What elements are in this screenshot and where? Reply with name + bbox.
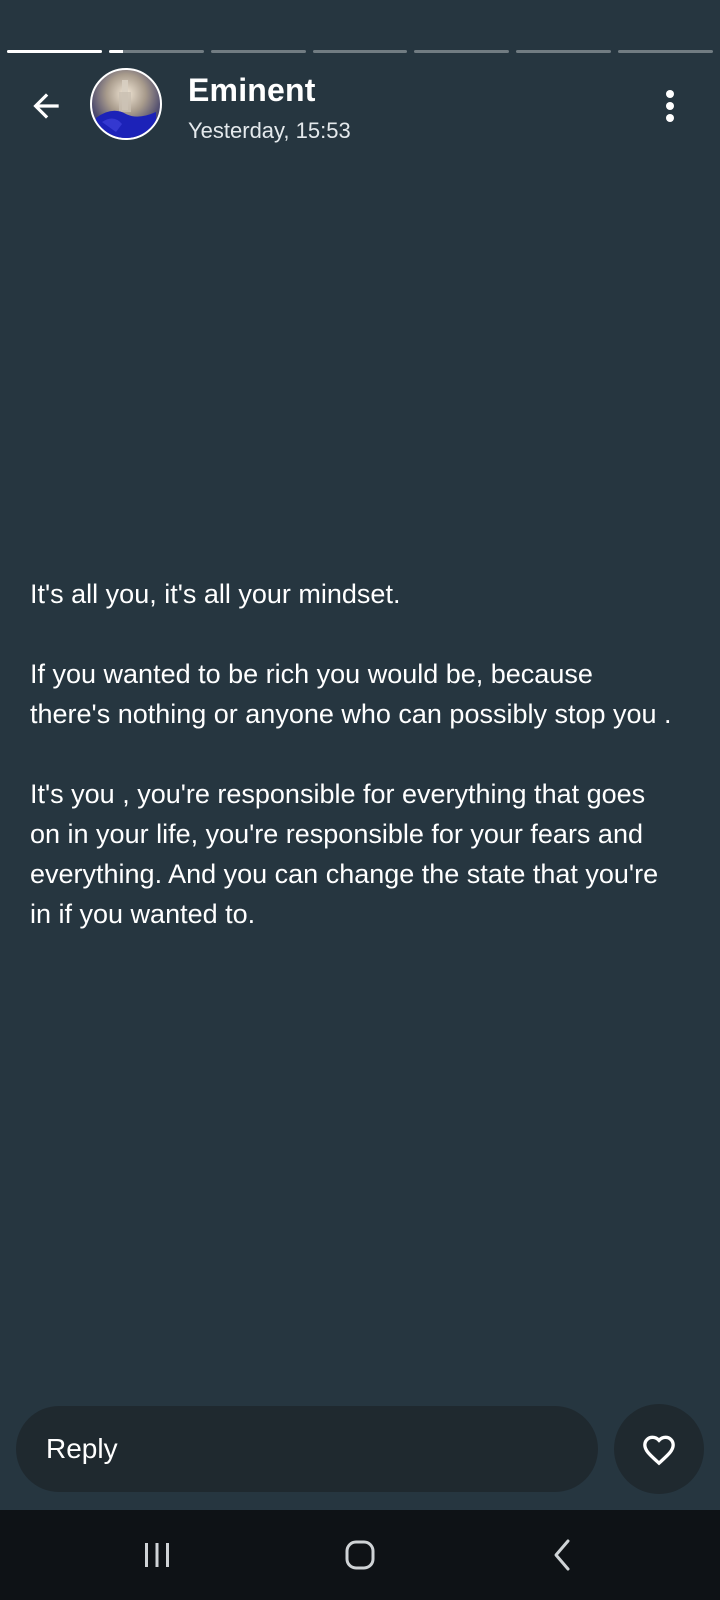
reply-placeholder: Reply xyxy=(46,1433,118,1464)
more-vertical-icon xyxy=(666,90,674,122)
progress-segment xyxy=(108,50,204,53)
nav-back-button[interactable] xyxy=(532,1530,592,1580)
story-paragraph: If you wanted to be rich you would be, b… xyxy=(30,659,672,729)
system-navigation-bar xyxy=(0,1510,720,1600)
heart-outline-icon xyxy=(643,1435,675,1466)
back-button[interactable] xyxy=(24,84,68,128)
progress-segment xyxy=(414,50,510,53)
progress-segment xyxy=(210,50,306,53)
progress-segment xyxy=(516,50,612,53)
avatar[interactable] xyxy=(90,68,162,140)
story-text: It's all you, it's all your mindset. If … xyxy=(30,574,680,974)
recents-button[interactable] xyxy=(127,1530,187,1580)
progress-segment-fill xyxy=(108,50,124,53)
arrow-left-icon xyxy=(33,93,59,119)
progress-segment xyxy=(618,50,714,53)
recents-icon xyxy=(145,1543,169,1567)
like-button[interactable] xyxy=(614,1404,704,1494)
story-viewer: Eminent Yesterday, 15:53 It's all you, i… xyxy=(0,0,720,1600)
progress-segment-fill xyxy=(7,50,102,53)
story-progress-bar xyxy=(7,50,714,54)
story-author-name[interactable]: Eminent xyxy=(188,72,316,109)
more-options-button[interactable] xyxy=(650,86,690,126)
avatar-image xyxy=(96,80,156,138)
story-timestamp: Yesterday, 15:53 xyxy=(188,118,351,143)
story-paragraph: It's you , you're responsible for everyt… xyxy=(30,779,666,929)
story-paragraph: It's all you, it's all your mindset. xyxy=(30,579,401,609)
home-button[interactable] xyxy=(330,1530,390,1580)
progress-segment xyxy=(312,50,408,53)
nav-back-icon xyxy=(554,1539,570,1571)
reply-input[interactable]: Reply xyxy=(16,1406,598,1492)
story-header: Eminent Yesterday, 15:53 xyxy=(0,68,720,144)
home-icon xyxy=(345,1540,375,1570)
progress-segment xyxy=(7,50,102,53)
